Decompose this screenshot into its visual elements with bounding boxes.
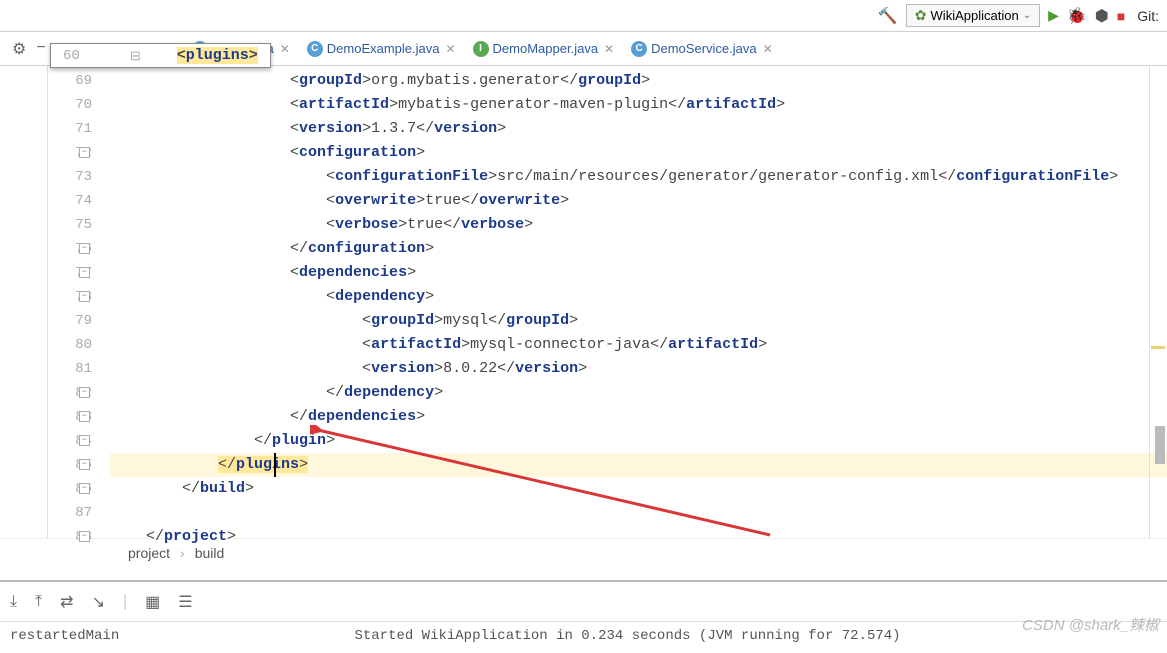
editor-tab[interactable]: C DemoExample.java ✕ [299, 35, 465, 63]
watermark: CSDN @shark_辣椒 [1022, 614, 1159, 635]
line-number: 76− [48, 237, 92, 261]
file-type-icon: C [307, 41, 323, 57]
console-toolbar: ⤓ ⤒ ⇄ ↘ | ▦ ☰ [0, 582, 1167, 622]
fold-icon[interactable]: − [79, 291, 90, 302]
line-number: 78− [48, 285, 92, 309]
scroll-up-icon[interactable]: ⤒ [35, 593, 42, 611]
fold-icon[interactable]: − [79, 483, 90, 494]
fold-icon[interactable]: − [79, 459, 90, 470]
line-number: 82− [48, 381, 92, 405]
breadcrumb-popup: 60 ⊟ <plugins> [50, 43, 271, 68]
popup-tag: <plugins> [177, 47, 258, 64]
fold-icon[interactable]: − [79, 387, 90, 398]
code-line: </plugins> [110, 453, 1167, 477]
git-label: Git: [1137, 8, 1159, 24]
text-cursor [274, 453, 276, 477]
line-number: 84− [48, 429, 92, 453]
debug-icon[interactable]: 🐞 [1067, 6, 1087, 26]
code-line [110, 501, 1167, 525]
line-number: 75 [48, 213, 92, 237]
fold-icon[interactable]: − [79, 411, 90, 422]
console-output: restartedMain Started WikiApplication in… [0, 622, 1167, 650]
line-number: 88− [48, 525, 92, 549]
code-line: </dependencies> [110, 405, 1167, 429]
run-config-label: WikiApplication [931, 8, 1019, 23]
code-line: <verbose>true</verbose> [110, 213, 1167, 237]
bottom-panel: ⤓ ⤒ ⇄ ↘ | ▦ ☰ restartedMain Started Wiki… [0, 580, 1167, 650]
stop-icon[interactable]: ■ [1117, 8, 1125, 24]
coverage-icon[interactable]: ⬢ [1095, 6, 1109, 26]
fold-icon[interactable]: − [79, 267, 90, 278]
line-number: 86− [48, 477, 92, 501]
tab-label: DemoMapper.java [493, 41, 599, 56]
build-icon[interactable]: 🔨 [878, 6, 898, 26]
code-line: <configurationFile>src/main/resources/ge… [110, 165, 1167, 189]
code-line: <overwrite>true</overwrite> [110, 189, 1167, 213]
wrap-icon[interactable]: ⇄ [60, 592, 73, 612]
code-line: </configuration> [110, 237, 1167, 261]
code-line: <groupId>mysql</groupId> [110, 309, 1167, 333]
line-number: 85− [48, 453, 92, 477]
editor-tab[interactable]: C DemoService.java ✕ [623, 35, 782, 63]
line-number: 87 [48, 501, 92, 525]
left-margin [0, 66, 48, 538]
close-icon[interactable]: ✕ [604, 42, 614, 56]
fold-icon[interactable]: − [79, 147, 90, 158]
code-line: <version>8.0.22</version> [110, 357, 1167, 381]
editor-tab[interactable]: I DemoMapper.java ✕ [465, 35, 624, 63]
tab-label: DemoService.java [651, 41, 757, 56]
line-number: 83− [48, 405, 92, 429]
line-number: 69 [48, 69, 92, 93]
code-line: <artifactId>mybatis-generator-maven-plug… [110, 93, 1167, 117]
code-line: </plugin> [110, 429, 1167, 453]
code-line: <groupId>org.mybatis.generator</groupId> [110, 69, 1167, 93]
file-type-icon: I [473, 41, 489, 57]
main-toolbar: 🔨 ✿ WikiApplication ⌄ ▶ 🐞 ⬢ ■ Git: [0, 0, 1167, 32]
file-type-icon: C [631, 41, 647, 57]
gear-icon[interactable]: ⚙ [12, 39, 26, 59]
code-content[interactable]: <groupId>org.mybatis.generator</groupId>… [110, 66, 1167, 538]
tab-label: DemoExample.java [327, 41, 440, 56]
fold-icon[interactable]: − [79, 243, 90, 254]
fold-icon[interactable]: − [79, 531, 90, 542]
fold-marker-icon[interactable]: ⊟ [130, 48, 141, 64]
code-line: <dependencies> [110, 261, 1167, 285]
code-line: </build> [110, 477, 1167, 501]
right-ruler [1149, 66, 1167, 538]
editor-settings-icons: ⚙ − [4, 39, 54, 59]
soft-wrap-icon[interactable]: ↘ [92, 592, 105, 612]
code-line: <artifactId>mysql-connector-java</artifa… [110, 333, 1167, 357]
print-icon[interactable]: ▦ [145, 592, 160, 612]
spring-icon: ✿ [915, 7, 927, 24]
run-icon[interactable]: ▶ [1048, 7, 1059, 24]
popup-line-number: 60 [63, 48, 80, 64]
filter-icon[interactable]: ☰ [178, 592, 192, 612]
close-icon[interactable]: ✕ [763, 42, 773, 56]
code-line: <configuration> [110, 141, 1167, 165]
code-line: <dependency> [110, 285, 1167, 309]
line-number: 73 [48, 165, 92, 189]
line-number: 79 [48, 309, 92, 333]
close-icon[interactable]: ✕ [280, 42, 290, 56]
chevron-down-icon: ⌄ [1023, 10, 1031, 21]
line-number: 81 [48, 357, 92, 381]
line-number: 71 [48, 117, 92, 141]
line-number: 74 [48, 189, 92, 213]
collapse-icon[interactable]: − [36, 39, 45, 59]
line-number: 72− [48, 141, 92, 165]
line-number: 77− [48, 261, 92, 285]
line-number: 80 [48, 333, 92, 357]
close-icon[interactable]: ✕ [445, 42, 455, 56]
line-number: 70 [48, 93, 92, 117]
code-line: </project> [110, 525, 1167, 549]
line-gutter: 69707172−73747576−77−78−79808182−83−84−8… [48, 66, 110, 538]
run-config-dropdown[interactable]: ✿ WikiApplication ⌄ [906, 4, 1040, 27]
code-line: <version>1.3.7</version> [110, 117, 1167, 141]
editor-area: 69707172−73747576−77−78−79808182−83−84−8… [0, 66, 1167, 538]
code-line: </dependency> [110, 381, 1167, 405]
fold-icon[interactable]: − [79, 435, 90, 446]
scroll-down-icon[interactable]: ⤓ [10, 593, 17, 611]
